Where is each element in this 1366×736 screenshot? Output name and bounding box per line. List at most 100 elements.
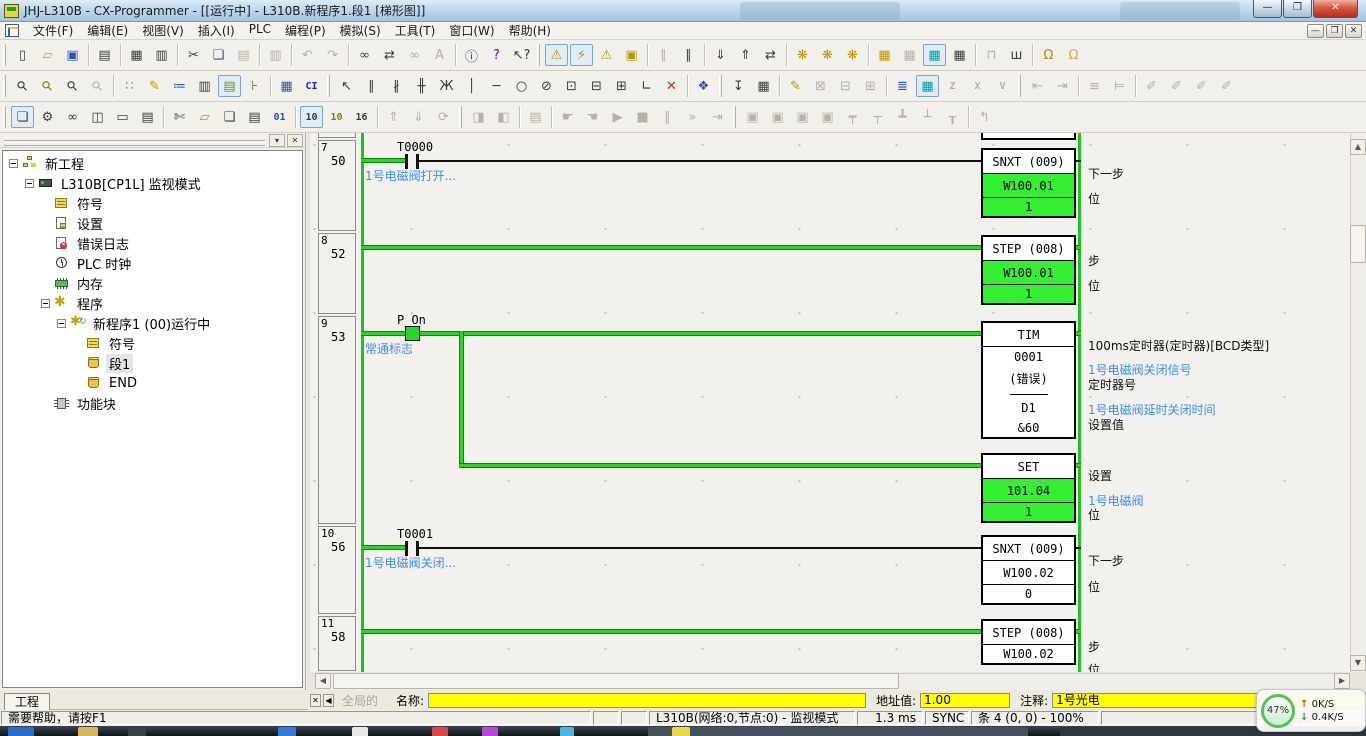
instruction-block-STEP008[interactable]: STEP (008)W100.011 (981, 235, 1076, 305)
toolbar-grip[interactable] (537, 44, 540, 66)
help-icon[interactable]: ? (485, 44, 508, 66)
find-in-window-icon[interactable]: ∞ (61, 106, 84, 128)
rung-margin-10[interactable]: 1056 (318, 526, 356, 614)
tree-item-符号[interactable]: 符号 (3, 333, 302, 353)
zoom-icon[interactable]: ⚲ (11, 75, 34, 97)
cut-rung-icon[interactable]: ✄ (168, 106, 191, 128)
tree-item-PLC 时钟[interactable]: PLC 时钟 (3, 253, 302, 273)
toolbar-grip[interactable] (1018, 75, 1021, 97)
cut-icon[interactable]: ✂ (182, 44, 205, 66)
scroll-up-button[interactable]: ▲ (1350, 139, 1366, 155)
instruction-block-TIM[interactable]: TIM0001(错误)D1&60 (981, 321, 1076, 439)
addr-bar-close-icon[interactable]: ✕ (310, 694, 321, 707)
tree-item-label[interactable]: 功能块 (74, 394, 119, 413)
contact-P_On[interactable] (405, 326, 420, 341)
monitor-window-icon[interactable]: ▦ (916, 75, 939, 97)
io-table-icon[interactable]: ▭ (111, 106, 134, 128)
taskbar-item[interactable] (128, 727, 146, 736)
upload-from-plc-icon[interactable]: ⇑ (734, 44, 757, 66)
toolbar-grip[interactable] (327, 75, 330, 97)
edit-key-icon[interactable]: ✎ (784, 75, 807, 97)
menu-视图V[interactable]: 视图(V) (135, 21, 191, 40)
tree-item-段1[interactable]: 段1 (3, 353, 302, 373)
select-tool-icon[interactable]: ↖ (335, 75, 358, 97)
radix-hex-icon[interactable]: 16 (350, 106, 373, 128)
memory-view-icon[interactable]: ▤ (243, 106, 266, 128)
taskbar-item[interactable] (352, 727, 368, 736)
taskbar-item[interactable] (278, 727, 296, 736)
tree-item-label[interactable]: PLC 时钟 (74, 254, 134, 273)
tree-item-错误日志[interactable]: ×错误日志 (3, 233, 302, 253)
tree-item-内存[interactable]: 内存 (3, 273, 302, 293)
info-icon[interactable]: ⓘ (460, 44, 483, 66)
workspace-menu-button[interactable]: ▾ (269, 134, 285, 147)
scroll-down-button[interactable]: ▼ (1350, 655, 1366, 671)
tree-expander-icon[interactable] (9, 159, 18, 168)
mdi-restore-button[interactable]: ❐ (1326, 24, 1343, 38)
copy-icon[interactable]: ❏ (207, 44, 230, 66)
name-field[interactable] (428, 693, 866, 708)
compile-program-check-icon[interactable]: ⚠ (545, 44, 568, 66)
rung-margin-7[interactable]: 750 (318, 140, 356, 231)
scroll-right-button[interactable]: ▶ (1334, 673, 1350, 689)
import-io-icon[interactable]: ↧ (727, 75, 750, 97)
tab-project[interactable]: 工程 (4, 693, 50, 710)
tree-item-END[interactable]: END (3, 373, 302, 393)
toolbar-grip[interactable] (719, 75, 722, 97)
window-explorer-icon[interactable]: ❏ (11, 106, 34, 128)
context-help-icon[interactable]: ↖? (510, 44, 533, 66)
rung-annotation-icon[interactable]: ≔ (168, 75, 191, 97)
release-password-icon[interactable]: Ω (1062, 44, 1085, 66)
tree-item-label[interactable]: END (106, 376, 140, 391)
tree-item-label[interactable]: 程序 (74, 294, 106, 313)
menu-编辑E[interactable]: 编辑(E) (80, 21, 135, 40)
instruction-add-icon[interactable]: ⊞ (610, 75, 633, 97)
instruction-block-STEP008[interactable]: STEP (008)W100.02 (981, 619, 1076, 665)
symbol-bar-icon[interactable]: ▤ (218, 75, 241, 97)
menu-模拟S[interactable]: 模拟(S) (333, 21, 388, 40)
rung-margin-9[interactable]: 953 (318, 316, 356, 524)
menu-插入I[interactable]: 插入(I) (191, 21, 242, 40)
zoom-select-icon[interactable]: ⚲ (36, 75, 59, 97)
tree-item-label[interactable]: 设置 (74, 214, 106, 233)
coil-icon[interactable]: ○ (510, 75, 533, 97)
window-watch-icon[interactable]: ▦ (948, 44, 971, 66)
download-to-plc-icon[interactable]: ⇓ (709, 44, 732, 66)
tree-item-label[interactable]: 段1 (106, 354, 133, 373)
find-icon[interactable]: ∞ (353, 44, 376, 66)
hourly-event-icon[interactable]: ▦ (752, 75, 775, 97)
rung-margin-11[interactable]: 1158 (318, 616, 356, 671)
window-monitor-icon[interactable]: ▦ (923, 44, 946, 66)
delete-tool-icon[interactable]: ✕ (660, 75, 683, 97)
menu-PLC[interactable]: PLC (242, 21, 278, 40)
minimize-button[interactable]: — (1253, 0, 1282, 18)
open-file-icon[interactable]: ▱ (36, 44, 59, 66)
tree-item-新工程[interactable]: 新工程 (3, 153, 302, 173)
reverse-monitor-icon[interactable]: ❖ (692, 75, 715, 97)
tree-item-设置[interactable]: 设置 (3, 213, 302, 233)
menu-窗口W[interactable]: 窗口(W) (442, 21, 501, 40)
data-trace-icon[interactable]: 01 (268, 106, 291, 128)
radix-decimal-icon[interactable]: 10 (300, 106, 323, 128)
time-chart-icon[interactable]: ш (1005, 44, 1028, 66)
compile-symbol-check-icon[interactable]: ▤ (93, 44, 116, 66)
vertical-scrollbar[interactable] (1350, 133, 1366, 672)
toolbar-grip[interactable] (3, 75, 6, 97)
instruction-box-icon[interactable]: ⊡ (560, 75, 583, 97)
line-connect-icon[interactable]: ∟ (635, 75, 658, 97)
print-icon[interactable]: ▦ (125, 44, 148, 66)
find-retrieve-icon[interactable]: ⇄ (378, 44, 401, 66)
scroll-left-button[interactable]: ◀ (315, 673, 331, 689)
compare-with-plc-icon[interactable]: ⇄ (759, 44, 782, 66)
verify-section-icon[interactable]: ❋ (816, 44, 839, 66)
options-icon[interactable]: ⚙ (36, 106, 59, 128)
print-preview-icon[interactable]: ▥ (150, 44, 173, 66)
toolbar-grip[interactable] (3, 106, 6, 128)
output-tree-icon[interactable]: ⊦ (243, 75, 266, 97)
rung-margin-8[interactable]: 852 (318, 233, 356, 314)
taskbar-item[interactable] (648, 727, 1028, 736)
taskbar-item[interactable] (672, 727, 690, 736)
radix-signed-decimal-icon[interactable]: 10 (325, 106, 348, 128)
tree-item-label[interactable]: 错误日志 (74, 234, 132, 253)
taskbar-item[interactable] (560, 727, 574, 736)
